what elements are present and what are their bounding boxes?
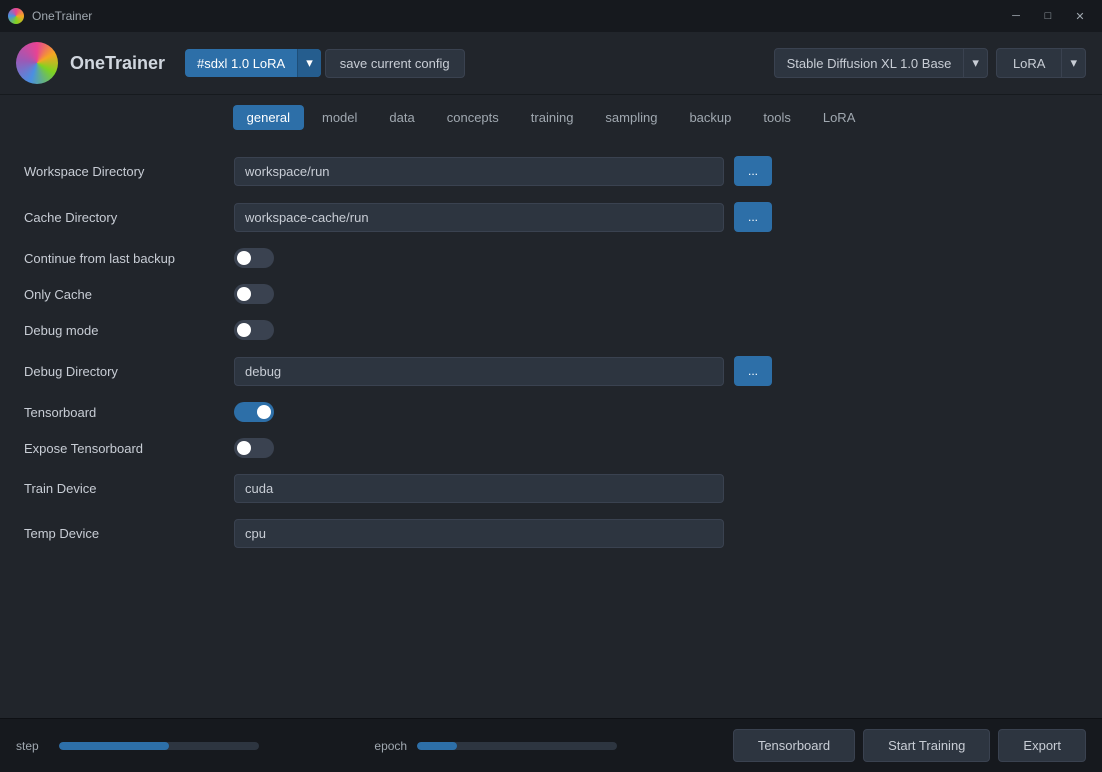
debug-mode-toggle-switch[interactable]: [234, 320, 274, 340]
expose-tensorboard-toggle[interactable]: [234, 438, 274, 458]
model-dropdown[interactable]: Stable Diffusion XL 1.0 Base ▾: [774, 48, 988, 78]
tensorboard-toggle[interactable]: [234, 402, 274, 422]
header-left: #sdxl 1.0 LoRA ▾ save current config: [185, 49, 465, 78]
continue-backup-toggle[interactable]: [234, 248, 274, 268]
step-progress-fill: [59, 742, 169, 750]
lora-dropdown-arrow-icon[interactable]: ▾: [1061, 49, 1085, 77]
header-right: Stable Diffusion XL 1.0 Base ▾ LoRA ▾: [774, 48, 1086, 78]
tab-data[interactable]: data: [375, 105, 428, 130]
epoch-progress-track: [417, 742, 617, 750]
expose-tensorboard-track[interactable]: [234, 438, 274, 458]
tensorboard-label: Tensorboard: [24, 405, 224, 420]
model-dropdown-arrow-icon[interactable]: ▾: [963, 49, 987, 77]
continue-backup-toggle-switch[interactable]: [234, 248, 274, 268]
minimize-button[interactable]: ─: [1002, 6, 1030, 26]
titlebar: OneTrainer ─ □ ✕: [0, 0, 1102, 32]
step-progress-track: [59, 742, 259, 750]
workspace-dir-label: Workspace Directory: [24, 164, 224, 179]
tab-general[interactable]: general: [233, 105, 304, 130]
tab-training[interactable]: training: [517, 105, 588, 130]
start-training-button[interactable]: Start Training: [863, 729, 990, 762]
config-dropdown-arrow[interactable]: ▾: [297, 49, 321, 77]
expose-tensorboard-thumb: [237, 441, 251, 455]
debug-dir-label: Debug Directory: [24, 364, 224, 379]
cache-dir-input[interactable]: [234, 203, 724, 232]
continue-backup-label: Continue from last backup: [24, 251, 224, 266]
expose-tensorboard-row: Expose Tensorboard: [24, 438, 1078, 458]
cache-dir-label: Cache Directory: [24, 210, 224, 225]
workspace-dir-row: Workspace Directory ...: [24, 156, 1078, 186]
train-device-label: Train Device: [24, 481, 224, 496]
tab-backup[interactable]: backup: [675, 105, 745, 130]
debug-mode-thumb: [237, 323, 251, 337]
tensorboard-thumb: [257, 405, 271, 419]
step-progress-group: step: [16, 739, 358, 753]
workspace-dir-input[interactable]: [234, 157, 724, 186]
tab-concepts[interactable]: concepts: [433, 105, 513, 130]
config-dropdown[interactable]: #sdxl 1.0 LoRA ▾: [185, 49, 321, 77]
debug-dir-input[interactable]: [234, 357, 724, 386]
tensorboard-row: Tensorboard: [24, 402, 1078, 422]
only-cache-toggle-switch[interactable]: [234, 284, 274, 304]
debug-dir-row: Debug Directory ...: [24, 356, 1078, 386]
only-cache-row: Only Cache: [24, 284, 1078, 304]
tab-model[interactable]: model: [308, 105, 371, 130]
cache-dir-row: Cache Directory ...: [24, 202, 1078, 232]
continue-backup-row: Continue from last backup: [24, 248, 1078, 268]
bottom-bar: step epoch Tensorboard Start Training Ex…: [0, 718, 1102, 772]
tensorboard-toggle-switch[interactable]: [234, 402, 274, 422]
titlebar-app-name: OneTrainer: [32, 9, 92, 23]
lora-dropdown-label[interactable]: LoRA: [997, 50, 1062, 77]
tensorboard-track[interactable]: [234, 402, 274, 422]
debug-mode-track[interactable]: [234, 320, 274, 340]
tab-sampling[interactable]: sampling: [591, 105, 671, 130]
expose-tensorboard-label: Expose Tensorboard: [24, 441, 224, 456]
cache-dir-browse-button[interactable]: ...: [734, 202, 772, 232]
debug-mode-label: Debug mode: [24, 323, 224, 338]
lora-dropdown[interactable]: LoRA ▾: [996, 48, 1086, 78]
tab-tools[interactable]: tools: [749, 105, 804, 130]
debug-mode-toggle[interactable]: [234, 320, 274, 340]
save-config-button[interactable]: save current config: [325, 49, 465, 78]
expose-tensorboard-toggle-switch[interactable]: [234, 438, 274, 458]
export-button[interactable]: Export: [998, 729, 1086, 762]
only-cache-thumb: [237, 287, 251, 301]
maximize-button[interactable]: □: [1034, 6, 1062, 26]
titlebar-left: OneTrainer: [8, 8, 92, 24]
temp-device-label: Temp Device: [24, 526, 224, 541]
config-dropdown-label[interactable]: #sdxl 1.0 LoRA: [185, 50, 297, 77]
temp-device-row: Temp Device: [24, 519, 1078, 548]
app-icon-small: [8, 8, 24, 24]
train-device-input[interactable]: [234, 474, 724, 503]
only-cache-label: Only Cache: [24, 287, 224, 302]
header: OneTrainer #sdxl 1.0 LoRA ▾ save current…: [0, 32, 1102, 95]
temp-device-input[interactable]: [234, 519, 724, 548]
app-name: OneTrainer: [70, 53, 165, 74]
main-content: Workspace Directory ... Cache Directory …: [0, 140, 1102, 718]
continue-backup-track[interactable]: [234, 248, 274, 268]
debug-mode-row: Debug mode: [24, 320, 1078, 340]
bottom-buttons: Tensorboard Start Training Export: [733, 729, 1086, 762]
only-cache-toggle[interactable]: [234, 284, 274, 304]
epoch-progress-fill: [417, 742, 457, 750]
continue-backup-thumb: [237, 251, 251, 265]
tabs: general model data concepts training sam…: [0, 95, 1102, 140]
app-logo: [16, 42, 58, 84]
workspace-dir-browse-button[interactable]: ...: [734, 156, 772, 186]
debug-dir-browse-button[interactable]: ...: [734, 356, 772, 386]
titlebar-controls: ─ □ ✕: [1002, 6, 1094, 26]
only-cache-track[interactable]: [234, 284, 274, 304]
model-dropdown-label[interactable]: Stable Diffusion XL 1.0 Base: [775, 50, 964, 77]
tab-lora[interactable]: LoRA: [809, 105, 870, 130]
close-button[interactable]: ✕: [1066, 6, 1094, 26]
step-label: step: [16, 739, 51, 753]
epoch-progress-group: epoch: [374, 739, 716, 753]
train-device-row: Train Device: [24, 474, 1078, 503]
epoch-label: epoch: [374, 739, 409, 753]
tensorboard-button[interactable]: Tensorboard: [733, 729, 855, 762]
